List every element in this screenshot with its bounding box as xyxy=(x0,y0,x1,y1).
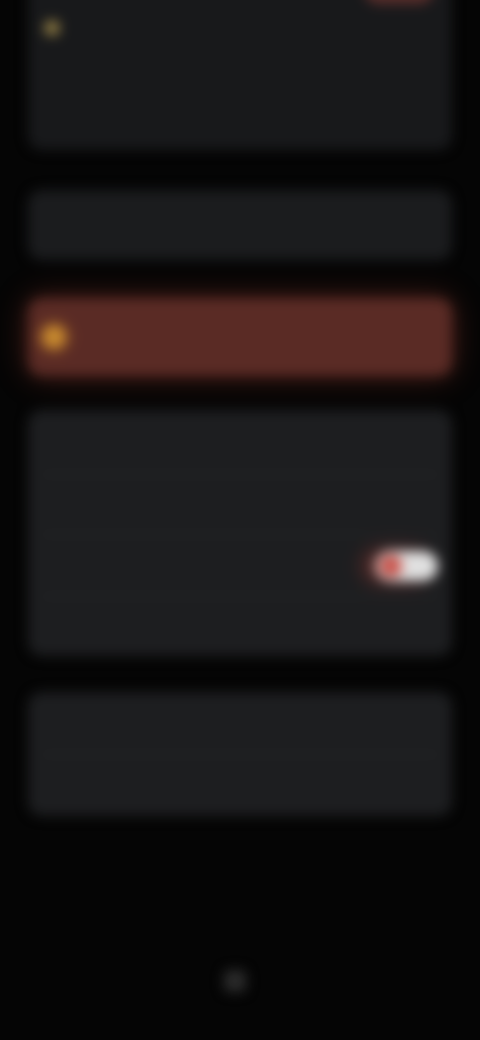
divider xyxy=(42,596,438,597)
summary-row[interactable] xyxy=(28,190,452,260)
divider xyxy=(42,474,438,475)
settings-toggle[interactable] xyxy=(376,551,438,581)
divider xyxy=(42,534,438,535)
warning-banner[interactable] xyxy=(28,298,452,376)
divider xyxy=(42,754,438,755)
action-pill-button[interactable] xyxy=(364,0,434,4)
warning-icon xyxy=(42,325,66,349)
footer-action[interactable] xyxy=(0,970,480,992)
account-card xyxy=(28,0,452,150)
footer-icon xyxy=(224,970,246,992)
more-card xyxy=(28,692,452,816)
settings-card xyxy=(28,410,452,656)
status-dot-icon xyxy=(44,20,60,36)
